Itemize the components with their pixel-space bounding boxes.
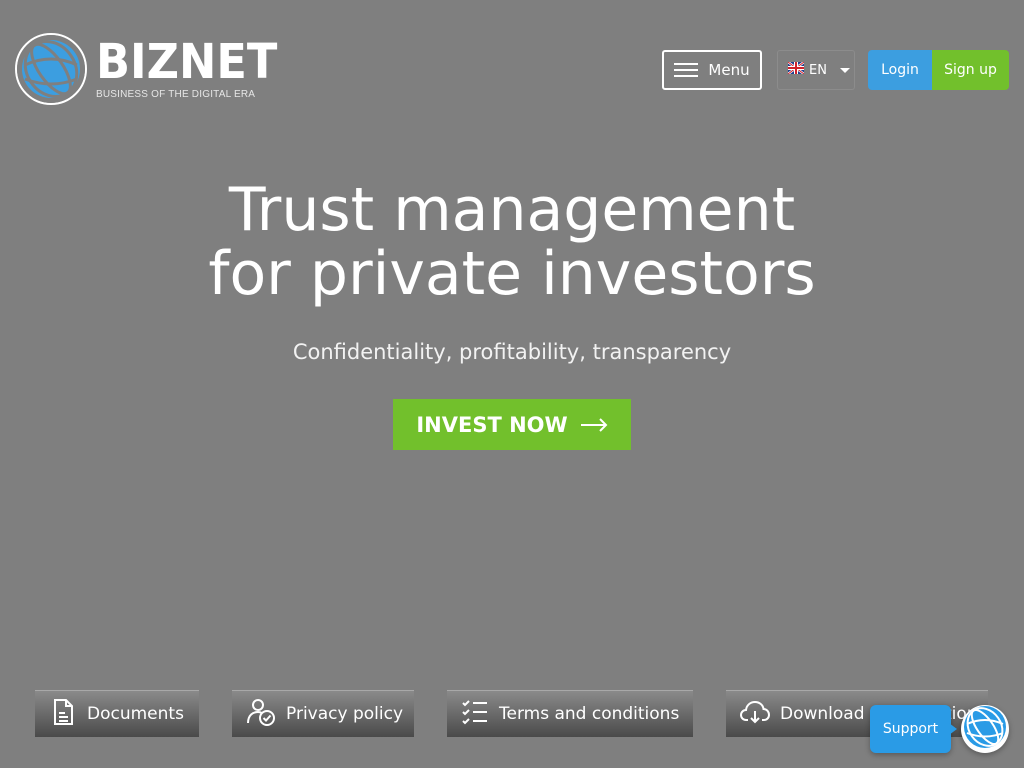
brand-tagline: BUSINESS OF THE DIGITAL ERA (96, 89, 256, 100)
language-label: EN (809, 62, 827, 78)
hero-title: Trust management for private investors (0, 178, 1024, 306)
globe-icon (963, 705, 1007, 753)
signup-button[interactable]: Sign up (932, 50, 1009, 90)
uk-flag-icon (787, 61, 805, 78)
globe-icon (15, 33, 87, 105)
support-button[interactable]: Support (870, 705, 951, 753)
cloud-download-icon (739, 700, 771, 729)
hero-subtitle: Confidentiality, profitability, transpar… (292, 340, 732, 364)
terms-label: Terms and conditions (499, 704, 680, 724)
hero-title-line1: Trust management (228, 175, 796, 245)
login-button[interactable]: Login (868, 50, 932, 90)
document-icon (49, 698, 77, 731)
arrow-right-icon (580, 417, 608, 432)
brand-name: BIZNET (96, 34, 278, 90)
privacy-policy-label: Privacy policy (286, 704, 403, 724)
invest-now-button[interactable]: INVEST NOW (393, 399, 631, 450)
terms-button[interactable]: Terms and conditions (447, 690, 693, 737)
privacy-policy-button[interactable]: Privacy policy (232, 690, 414, 737)
language-select[interactable]: EN (777, 50, 855, 90)
invest-now-label: INVEST NOW (416, 412, 568, 437)
documents-label: Documents (87, 704, 184, 724)
brand-logo[interactable]: BIZNET BUSINESS OF THE DIGITAL ERA (15, 33, 291, 105)
chevron-down-icon (839, 67, 850, 73)
documents-button[interactable]: Documents (35, 690, 199, 737)
menu-button[interactable]: Menu (662, 50, 762, 90)
hamburger-icon (674, 63, 699, 77)
hero-title-line2: for private investors (208, 239, 816, 309)
checklist-icon (461, 699, 489, 730)
support-bubble-tail (949, 723, 957, 735)
user-check-icon (246, 697, 276, 732)
menu-label: Menu (708, 61, 750, 79)
support-avatar[interactable] (961, 705, 1009, 753)
